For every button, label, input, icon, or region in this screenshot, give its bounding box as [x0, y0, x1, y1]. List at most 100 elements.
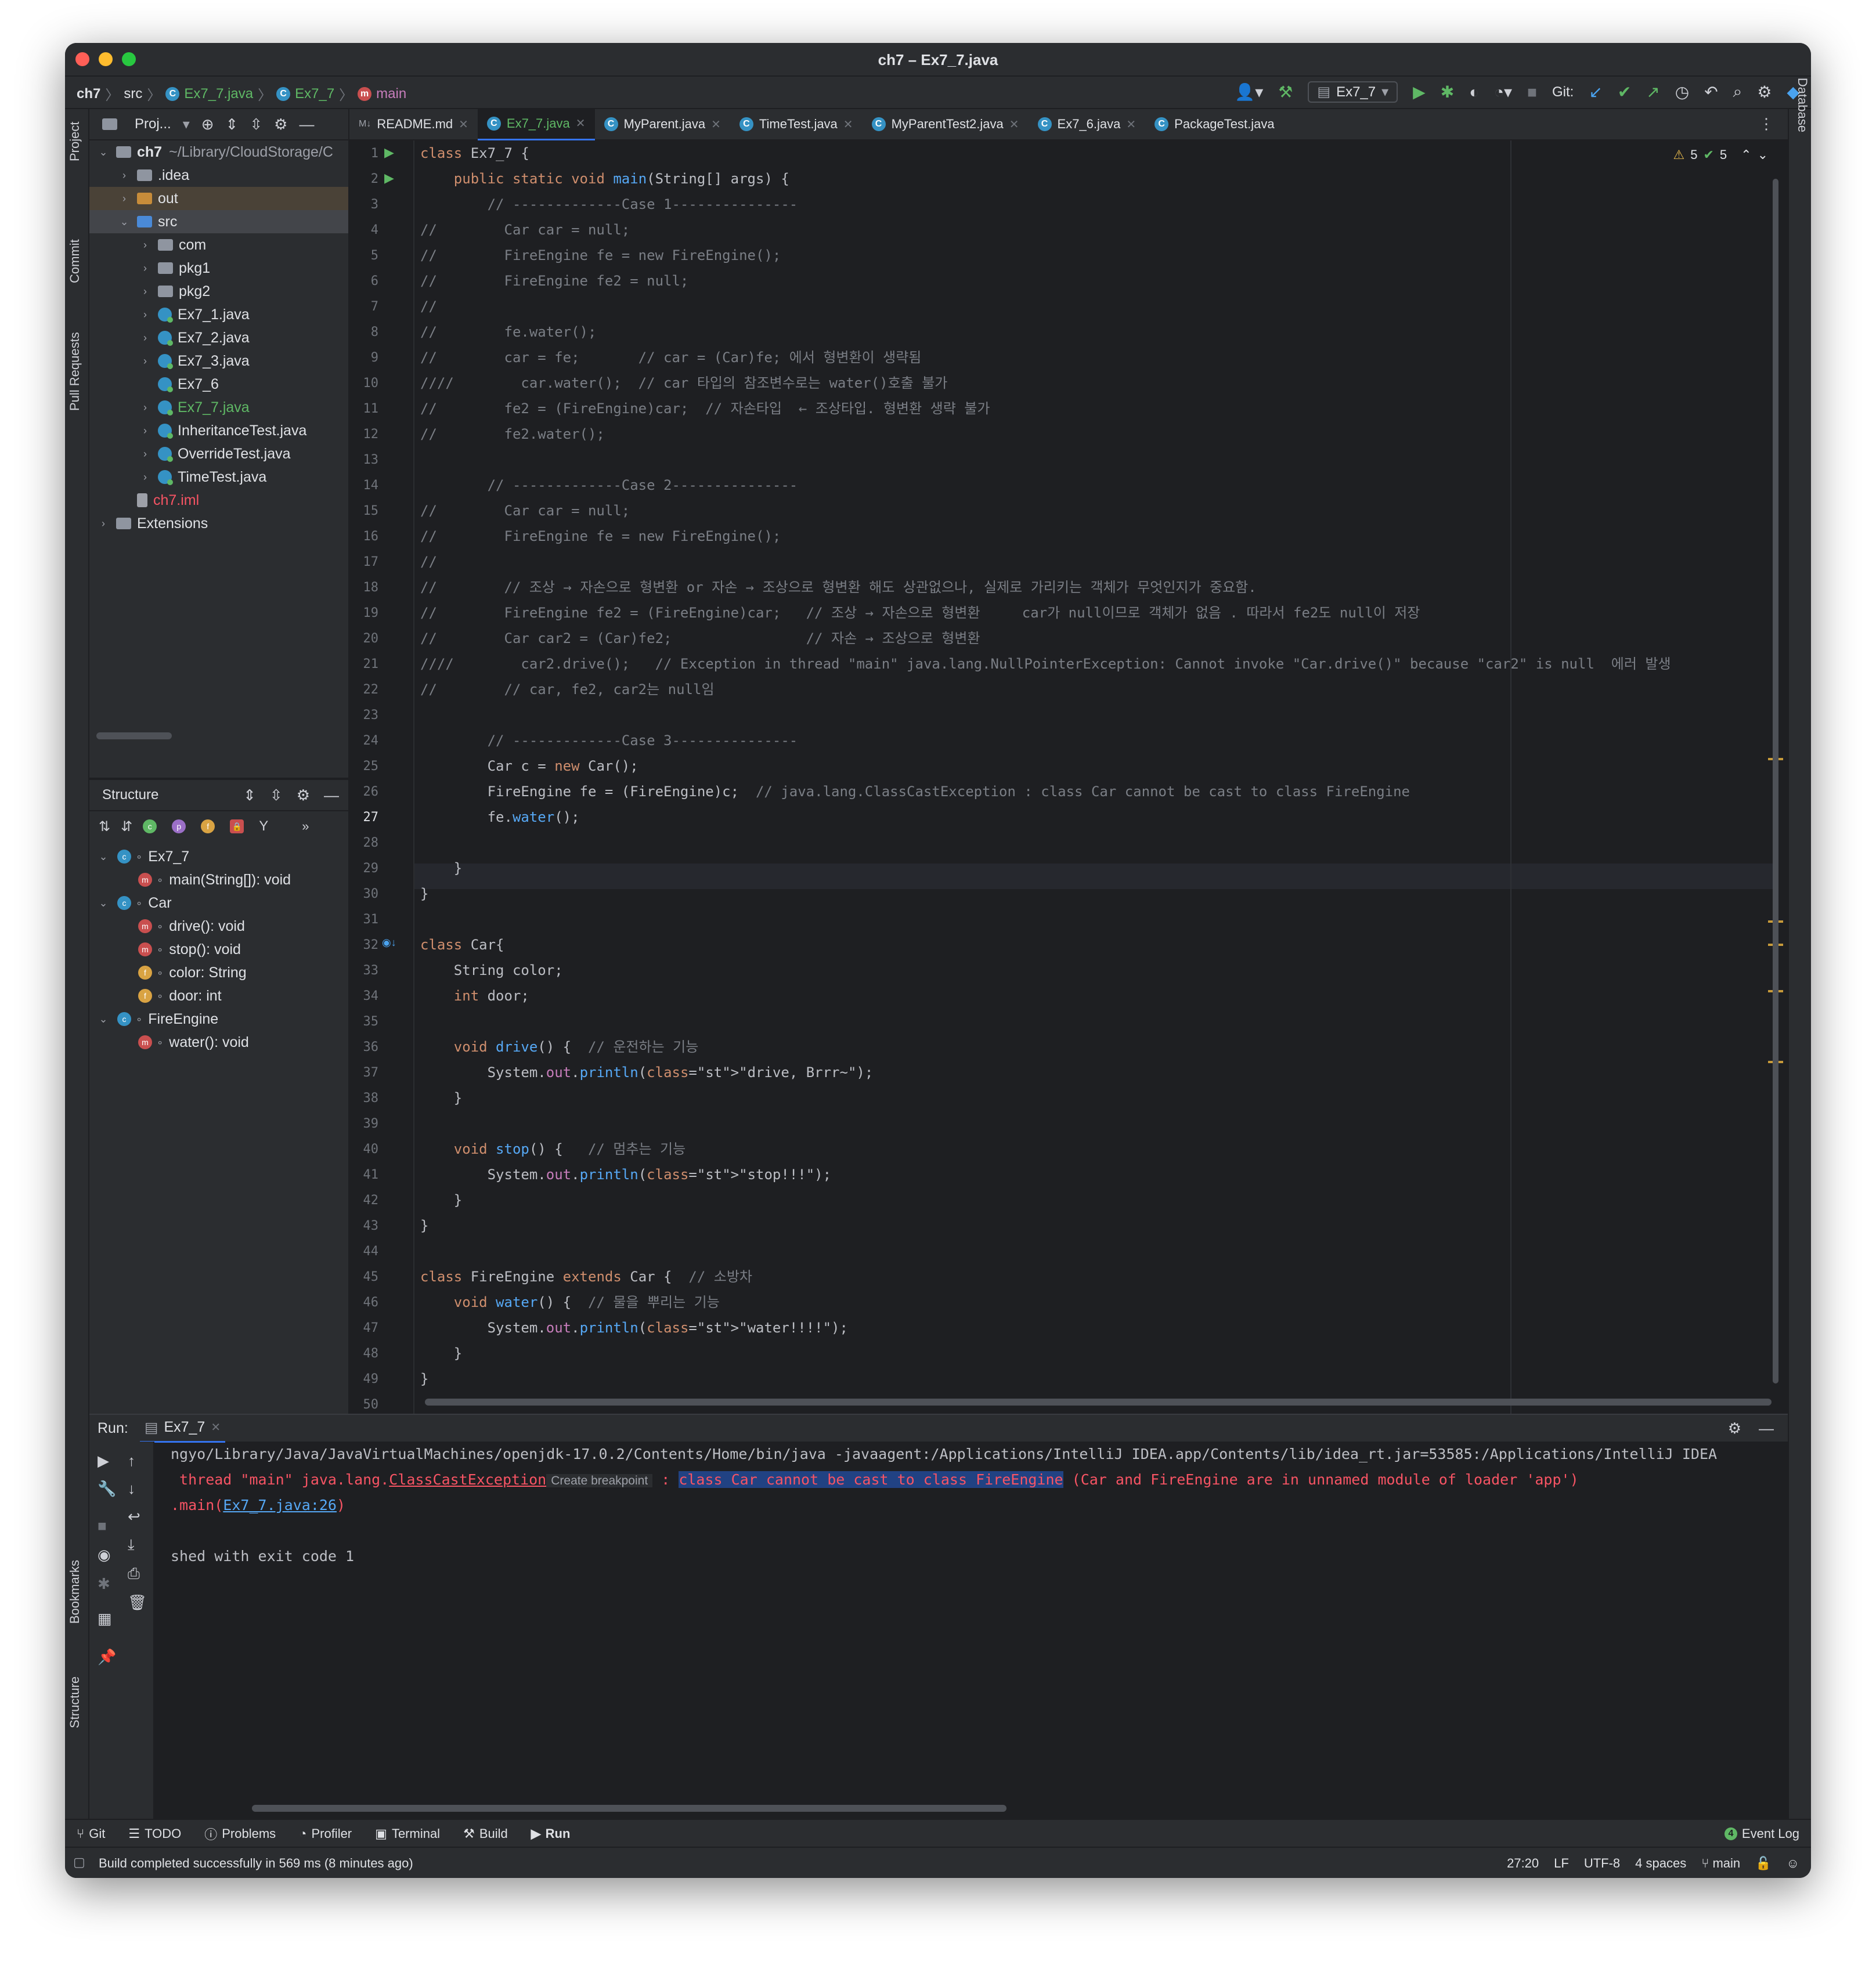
project-tree-item[interactable]: Ex7_6 — [89, 373, 348, 396]
git-commit-icon[interactable]: ✔ — [1618, 82, 1631, 102]
close-icon[interactable]: ✕ — [1126, 117, 1136, 132]
problems-tab[interactable]: ⓘ Problems — [193, 1825, 287, 1843]
chevron-up-icon[interactable]: ⌃ — [1741, 147, 1751, 162]
user-icon[interactable]: 👤▾ — [1235, 82, 1263, 102]
chevron-right-icon[interactable]: › — [138, 286, 152, 298]
commit-tool-button[interactable]: Commit — [67, 239, 82, 283]
database-tool-button[interactable]: Database — [1795, 78, 1810, 132]
scroll-up-icon[interactable]: ↑ — [128, 1452, 135, 1470]
todo-tab[interactable]: ☰ TODO — [117, 1826, 193, 1841]
chevron-right-icon[interactable]: › — [138, 471, 152, 483]
status-toggle-icon[interactable]: ▢ — [73, 1855, 85, 1870]
chevron-right-icon[interactable]: › — [138, 309, 152, 321]
structure-item[interactable]: m ∘ main(String[]): void — [117, 868, 291, 891]
chevron-right-icon[interactable]: › — [138, 425, 152, 437]
editor-tab[interactable]: C MyParentTest2.java ✕ — [863, 109, 1029, 139]
terminal-tab[interactable]: ▣ Terminal — [363, 1826, 452, 1841]
editor-tab[interactable]: C PackageTest.java — [1145, 109, 1283, 139]
scroll-down-icon[interactable]: ↓ — [128, 1480, 135, 1498]
editor-horizontal-scrollbar[interactable] — [425, 1399, 1772, 1406]
show-inherited-icon[interactable]: c — [143, 819, 157, 833]
run-config-selector[interactable]: ▤ Ex7_7 ▾ — [1308, 81, 1398, 103]
bookmarks-tool-button[interactable]: Bookmarks — [67, 1560, 82, 1624]
close-icon[interactable]: ✕ — [211, 1420, 221, 1435]
gear-icon[interactable]: ⚙ — [1757, 82, 1772, 102]
breadcrumb-class[interactable]: Ex7_7 — [295, 86, 334, 102]
memory-indicator-icon[interactable]: ☺ — [1787, 1856, 1799, 1871]
project-tree-item[interactable]: › Extensions — [89, 512, 348, 535]
project-tree-item[interactable]: ⌄ src — [89, 210, 348, 233]
status-message[interactable]: Build completed successfully in 569 ms (… — [99, 1856, 413, 1871]
editor-tab[interactable]: M↓ README.md ✕ — [349, 109, 478, 139]
chevron-right-icon[interactable]: › — [138, 262, 152, 274]
more-icon[interactable]: » — [302, 819, 309, 834]
editor-tab[interactable]: C Ex7_7.java ✕ — [477, 108, 595, 140]
git-branch-widget[interactable]: ⑂ main — [1701, 1856, 1740, 1871]
camera-icon[interactable]: ◉ — [98, 1546, 111, 1564]
project-tree-item[interactable]: › pkg1 — [89, 257, 348, 280]
project-tree-item[interactable]: › OverrideTest.java — [89, 442, 348, 465]
structure-tool-button[interactable]: Structure — [67, 1677, 82, 1728]
layout-icon[interactable]: ▦ — [98, 1610, 112, 1628]
breadcrumb-src[interactable]: src — [124, 86, 142, 102]
event-log-tab[interactable]: 4 Event Log — [1713, 1826, 1811, 1841]
create-breakpoint-button[interactable]: Create breakpoint — [546, 1474, 653, 1487]
chevron-right-icon[interactable]: › — [117, 169, 131, 182]
git-history-icon[interactable]: ◷ — [1675, 82, 1689, 102]
print-icon[interactable]: ⎙ — [128, 1565, 140, 1583]
close-icon[interactable]: ✕ — [576, 116, 586, 131]
project-tree-item[interactable]: › pkg2 — [89, 280, 348, 303]
project-tool-button[interactable]: Project — [67, 122, 82, 161]
project-tree-item[interactable]: ch7.iml — [89, 489, 348, 512]
project-tree-item[interactable]: › out — [89, 187, 348, 210]
editor-vertical-scrollbar[interactable] — [1773, 179, 1778, 1384]
collapse-all-icon[interactable]: ⇳ — [270, 786, 283, 804]
git-tab[interactable]: ⑂ Git — [65, 1826, 117, 1841]
gear-icon[interactable]: ⚙ — [1728, 1419, 1741, 1437]
git-push-icon[interactable]: ↗ — [1646, 82, 1659, 102]
stop-icon[interactable]: ■ — [98, 1517, 107, 1535]
chevron-down-icon[interactable]: ⌄ — [117, 216, 131, 228]
gear-icon[interactable]: ⚙ — [274, 115, 287, 133]
chevron-right-icon[interactable]: › — [138, 402, 152, 414]
chevron-right-icon[interactable]: › — [138, 448, 152, 460]
breadcrumb-method[interactable]: main — [376, 86, 406, 102]
debug-icon[interactable]: ✱ — [1441, 82, 1454, 102]
project-tree-item[interactable]: › Ex7_1.java — [89, 303, 348, 326]
chevron-right-icon[interactable]: › — [96, 518, 110, 530]
sort-visibility-icon[interactable]: ⇵ — [121, 818, 132, 835]
chevron-down-icon[interactable]: ⌄ — [96, 1013, 110, 1025]
close-icon[interactable]: ✕ — [843, 117, 853, 132]
caret-position[interactable]: 27:20 — [1507, 1856, 1539, 1871]
build-hammer-icon[interactable]: ⚒ — [1278, 82, 1293, 102]
gear-icon[interactable]: ⚙ — [297, 786, 310, 804]
lock-icon[interactable]: 🔓 — [1755, 1856, 1771, 1871]
pin-icon[interactable]: 📌 — [98, 1648, 116, 1666]
project-tree-item[interactable]: ⌄ ch7 ~/Library/CloudStorage/C — [89, 140, 348, 164]
build-tab[interactable]: ⚒ Build — [452, 1826, 519, 1841]
project-tree-item[interactable]: › Ex7_3.java — [89, 349, 348, 373]
sort-alpha-icon[interactable]: ⇅ — [99, 818, 110, 835]
chevron-down-icon[interactable]: ⌄ — [1758, 147, 1768, 162]
project-tree-item[interactable]: › Ex7_7.java — [89, 396, 348, 419]
hide-panel-icon[interactable]: — — [299, 115, 314, 133]
inspection-widget[interactable]: ⚠ 5 ✔ 5 ⌃ ⌄ — [1673, 147, 1768, 162]
overridden-gutter-icon[interactable]: ◉↓ — [382, 937, 396, 949]
git-update-icon[interactable]: ↙ — [1589, 82, 1602, 102]
rollback-icon[interactable]: ↶ — [1704, 82, 1718, 102]
editor-tab[interactable]: C TimeTest.java ✕ — [730, 109, 863, 139]
run-tab[interactable]: ▤ Ex7_7 ✕ — [139, 1414, 226, 1443]
close-icon[interactable]: ✕ — [711, 117, 721, 132]
exception-link[interactable]: ClassCastException — [389, 1471, 546, 1488]
scroll-to-end-icon[interactable]: ⤓ — [128, 1536, 135, 1554]
wrench-icon[interactable]: 🔧 — [98, 1480, 116, 1498]
code-content[interactable]: class Ex7_7 { public static void main(St… — [417, 140, 1769, 1435]
autoscroll-icon[interactable]: Y — [259, 818, 268, 835]
close-icon[interactable]: ✕ — [459, 117, 468, 132]
chevron-down-icon[interactable]: ⌄ — [96, 146, 110, 158]
hide-panel-icon[interactable]: — — [1759, 1419, 1774, 1437]
chevron-right-icon[interactable]: › — [138, 355, 152, 367]
expand-all-icon[interactable]: ⇕ — [226, 115, 239, 133]
show-properties-icon[interactable]: p — [172, 819, 186, 833]
structure-item[interactable]: m ∘ stop(): void — [117, 938, 241, 961]
